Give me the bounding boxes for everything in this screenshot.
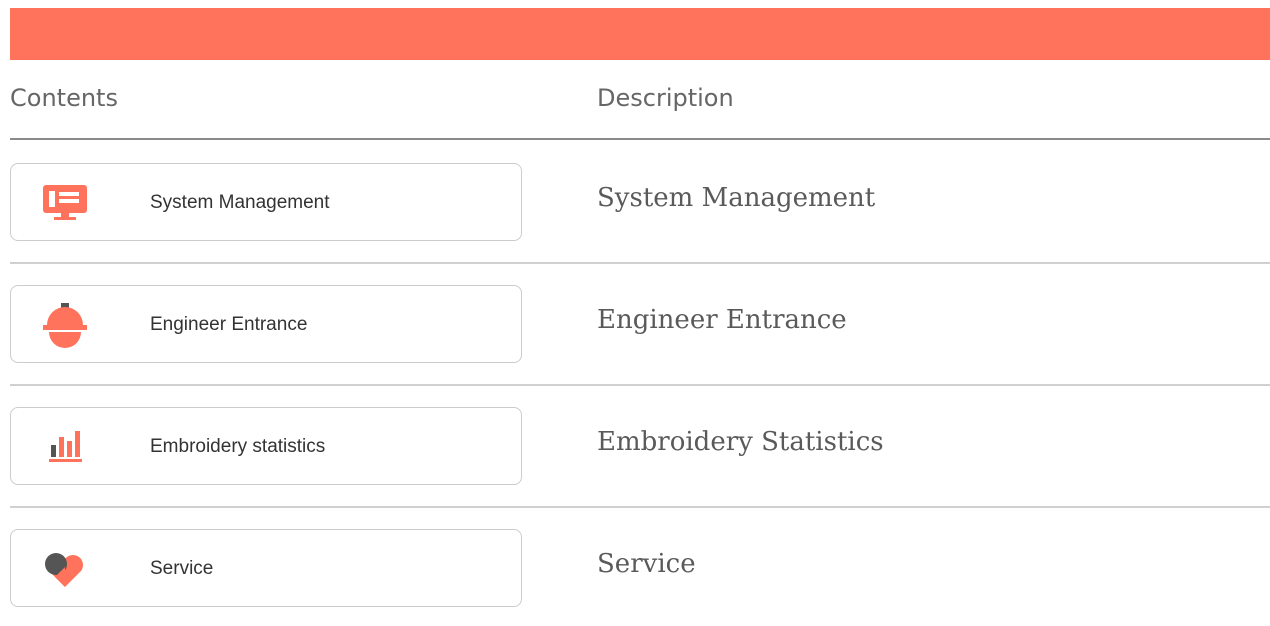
monitor-icon (41, 179, 89, 227)
top-banner (10, 8, 1270, 60)
table-row: System Management System Management (10, 142, 1270, 264)
bar-chart-icon (41, 423, 89, 471)
card-label: Engineer Entrance (150, 314, 308, 335)
table-row: Engineer Entrance Engineer Entrance (10, 264, 1270, 386)
row-description: Engineer Entrance (597, 305, 847, 335)
card-label: System Management (150, 192, 330, 213)
heart-icon (41, 545, 89, 593)
row-description: System Management (597, 183, 876, 213)
row-description: Embroidery Statistics (597, 427, 884, 457)
table-row: Embroidery statistics Embroidery Statist… (10, 386, 1270, 508)
system-management-button[interactable]: System Management (10, 163, 522, 241)
embroidery-statistics-button[interactable]: Embroidery statistics (10, 407, 522, 485)
hard-hat-icon (41, 301, 89, 349)
card-label: Embroidery statistics (150, 436, 326, 457)
card-label: Service (150, 558, 214, 579)
table-header: Contents Description (10, 60, 1270, 140)
table-row: Service Service (10, 508, 1270, 626)
column-header-contents: Contents (10, 84, 118, 112)
row-description: Service (597, 549, 696, 579)
service-button[interactable]: Service (10, 529, 522, 607)
engineer-entrance-button[interactable]: Engineer Entrance (10, 285, 522, 363)
column-header-description: Description (597, 84, 734, 112)
